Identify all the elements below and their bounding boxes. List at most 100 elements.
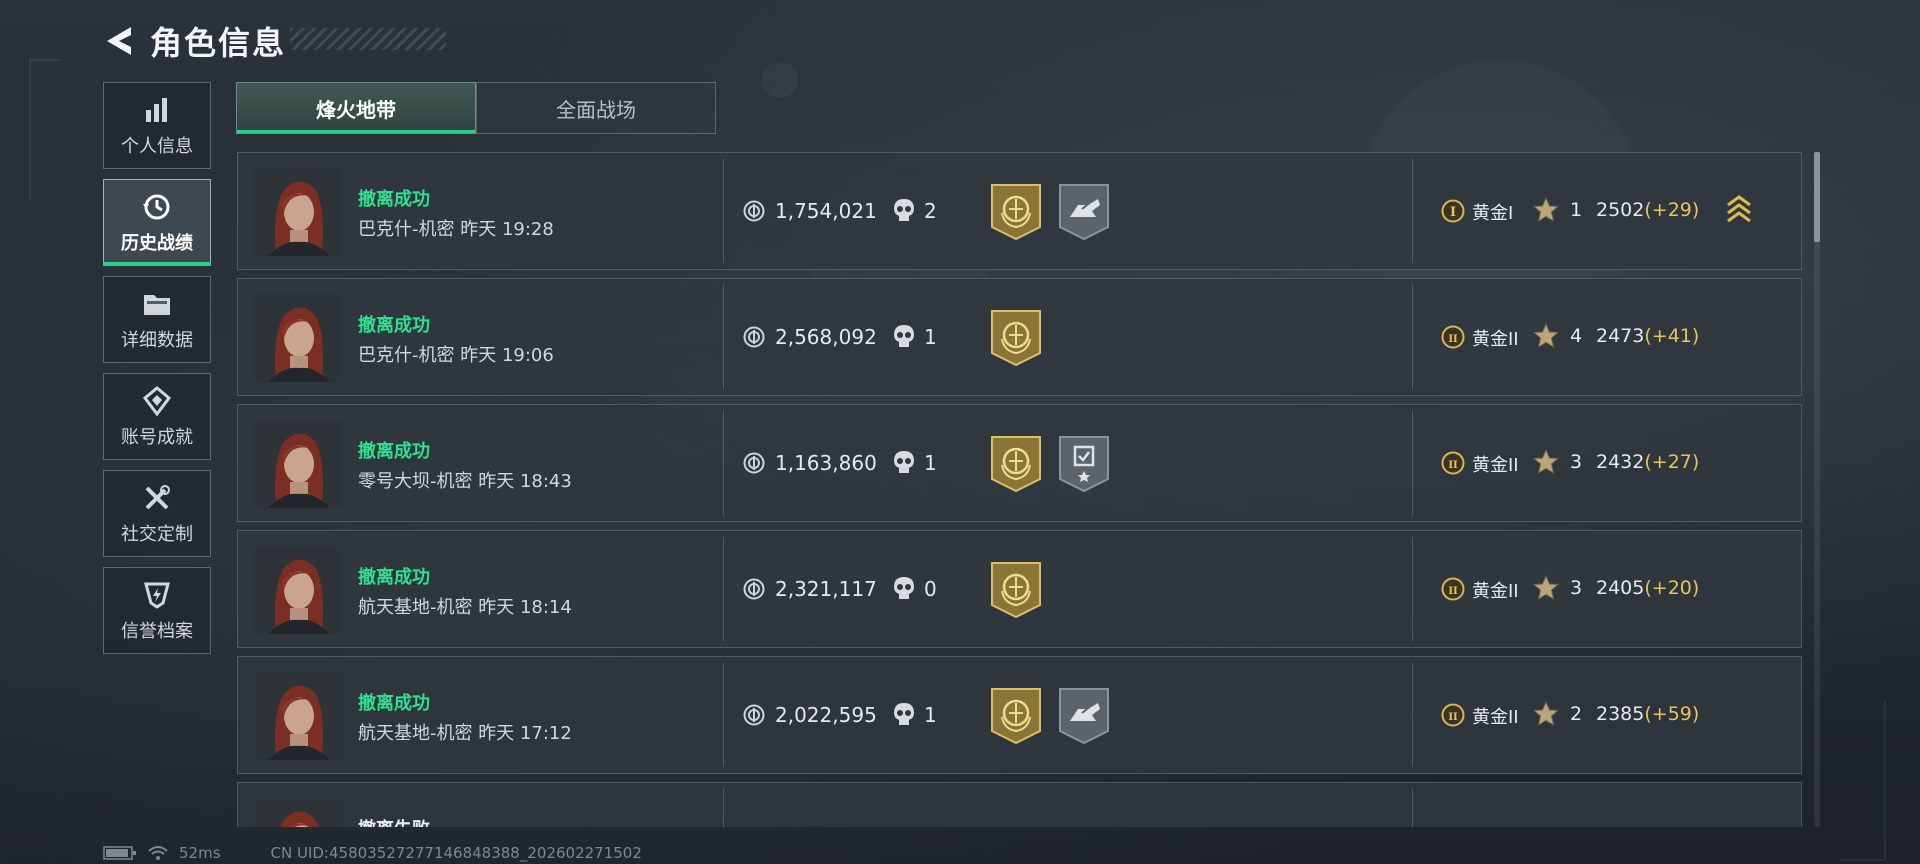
star-icon (1532, 322, 1560, 349)
coin-icon (743, 200, 765, 222)
score-value: 2502 (1596, 199, 1645, 221)
extraction-status: 撤离成功 (358, 693, 430, 714)
star-count: 4 (1570, 325, 1583, 347)
extracted-value: 1,163,860 (775, 451, 877, 475)
operator-avatar (254, 294, 342, 382)
star-count: 3 (1570, 451, 1583, 473)
gold-emblem-badge[interactable] (990, 309, 1042, 367)
scrollbar-thumb[interactable] (1814, 152, 1820, 242)
coin-icon (743, 326, 765, 348)
divider (1412, 537, 1413, 641)
tab-beacon-zone[interactable]: 烽火地带 (236, 82, 476, 134)
star-count: 3 (1570, 577, 1583, 599)
gold-emblem-badge[interactable] (990, 687, 1042, 745)
achievement-icon (141, 385, 173, 417)
wifi-icon (148, 846, 168, 860)
coin-icon (743, 704, 765, 726)
star-icon (1532, 700, 1560, 727)
gold-emblem-badge[interactable] (990, 561, 1042, 619)
gold-emblem-badge[interactable] (990, 435, 1042, 493)
divider (1412, 285, 1413, 389)
map-and-time: 航天基地-机密 昨天 18:14 (358, 597, 572, 618)
rank-tier-icon: I (1441, 199, 1465, 223)
star-icon (1532, 574, 1560, 601)
extracted-value: 2,022,595 (775, 703, 877, 727)
gray-task-badge[interactable] (1058, 435, 1110, 493)
sidebar-item-label: 个人信息 (121, 135, 193, 157)
sidebar-item-credit[interactable]: 信誉档案 (103, 567, 211, 654)
divider (1412, 411, 1413, 515)
extracted-value: 2,568,092 (775, 325, 877, 349)
title-decoration (290, 28, 446, 50)
sidebar-item-achievements[interactable]: 账号成就 (103, 373, 211, 460)
divider (723, 159, 724, 263)
sidebar-item-label: 账号成就 (121, 426, 193, 448)
match-record-row[interactable]: 撤离成功 零号大坝-机密 昨天 18:43 1,163,860 1 II 黄金II 3 243… (237, 404, 1802, 522)
operator-avatar (254, 672, 342, 760)
back-button[interactable] (100, 21, 136, 61)
match-record-row[interactable]: 撤离成功 巴克什-机密 昨天 19:06 2,568,092 1 II 黄金II 4 2473… (237, 278, 1802, 396)
sidebar-item-history[interactable]: 历史战绩 (103, 179, 211, 266)
skull-icon (893, 324, 915, 348)
score-delta: (+41) (1644, 325, 1700, 347)
operator-avatar (254, 798, 342, 827)
match-record-row[interactable]: 撤离成功 巴克什-机密 昨天 19:28 1,754,021 2 I 黄金I 1 2502(+… (237, 152, 1802, 270)
rank-name: 黄金II (1472, 707, 1519, 728)
sidebar-item-detailed-data[interactable]: 详细数据 (103, 276, 211, 363)
coin-icon (743, 452, 765, 474)
score-value: 2385 (1596, 703, 1645, 725)
kill-count: 0 (924, 577, 937, 601)
sidebar-item-label: 信誉档案 (121, 620, 193, 642)
rank-tier-icon: II (1441, 451, 1465, 475)
page-title: 角色信息 (150, 24, 287, 62)
sidebar-item-social[interactable]: 社交定制 (103, 470, 211, 557)
gray-hand-badge[interactable] (1058, 183, 1110, 241)
star-count: 1 (1570, 199, 1583, 221)
tab-full-battlefield[interactable]: 全面战场 (476, 82, 716, 134)
rank-score: 2473(+41) (1596, 325, 1699, 347)
extraction-status: 撤离成功 (358, 189, 430, 210)
credit-shield-icon (141, 579, 173, 611)
sidebar: 个人信息 历史战绩 详细数据 账号成就 社交定制 信誉档案 (103, 82, 213, 664)
divider (723, 411, 724, 515)
map-and-time: 零号大坝-机密 昨天 18:43 (358, 471, 572, 492)
rank-score: 2405(+20) (1596, 577, 1699, 599)
operator-avatar (254, 168, 342, 256)
kill-count: 1 (924, 451, 937, 475)
score-delta: (+27) (1644, 451, 1700, 473)
svg-text:II: II (1448, 334, 1458, 345)
skull-icon (893, 198, 915, 222)
divider (723, 663, 724, 767)
divider (723, 789, 724, 827)
page-header: 角色信息 (100, 18, 286, 64)
operator-avatar (254, 420, 342, 508)
back-arrow-icon (107, 27, 131, 55)
mode-tabs: 烽火地带 全面战场 (236, 82, 716, 134)
extracted-value: 1,754,021 (775, 199, 877, 223)
rank-tier-icon: II (1441, 325, 1465, 349)
rank-name: 黄金II (1472, 329, 1519, 350)
match-record-row[interactable]: 撤离成功 航天基地-机密 昨天 18:14 2,321,117 0 II 黄金II 3 240… (237, 530, 1802, 648)
divider (723, 285, 724, 389)
status-footer: 52ms CN UID:45803527277146848388_2026022… (103, 844, 642, 862)
bar-chart-icon (141, 94, 173, 126)
star-icon (1532, 196, 1560, 223)
svg-text:II: II (1448, 460, 1458, 471)
score-delta: (+59) (1644, 703, 1700, 725)
sidebar-item-personal-info[interactable]: 个人信息 (103, 82, 211, 169)
ping-text: 52ms (179, 844, 221, 862)
tools-icon (141, 482, 173, 514)
gray-hand-badge[interactable] (1058, 687, 1110, 745)
map-and-time: 航天基地-机密 昨天 17:12 (358, 723, 572, 744)
gold-emblem-badge[interactable] (990, 183, 1042, 241)
extraction-status: 撤离成功 (358, 315, 430, 336)
promotion-chevron-icon (1726, 193, 1752, 225)
scrollbar[interactable] (1814, 152, 1820, 827)
rank-tier-icon: II (1441, 703, 1465, 727)
match-record-row[interactable]: 撤离失败 (237, 782, 1802, 827)
match-record-row[interactable]: 撤离成功 航天基地-机密 昨天 17:12 2,022,595 1 II 黄金II 2 238… (237, 656, 1802, 774)
svg-text:I: I (1450, 205, 1456, 220)
operator-avatar (254, 546, 342, 634)
extraction-status: 撤离成功 (358, 567, 430, 588)
skull-icon (893, 450, 915, 474)
